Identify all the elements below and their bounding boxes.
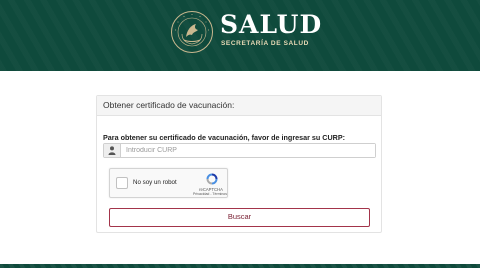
curp-input-group bbox=[103, 143, 376, 158]
footer-strip bbox=[0, 264, 480, 268]
vaccination-certificate-panel: Obtener certificado de vacunación: Para … bbox=[96, 95, 382, 233]
recaptcha-checkbox[interactable] bbox=[116, 177, 128, 189]
recaptcha-privacy-terms-links[interactable]: Privacidad - Términos bbox=[192, 192, 228, 196]
mexican-coat-of-arms-icon bbox=[171, 11, 213, 53]
recaptcha-label: No soy un robot bbox=[133, 179, 177, 186]
panel-heading: Obtener certificado de vacunación: bbox=[97, 96, 381, 116]
user-icon bbox=[104, 144, 121, 157]
curp-prompt: Para obtener su certificado de vacunació… bbox=[103, 133, 346, 142]
brand-title: SALUD bbox=[220, 10, 323, 39]
search-button[interactable]: Buscar bbox=[109, 208, 370, 227]
curp-input[interactable] bbox=[121, 144, 375, 157]
site-header: SALUD SECRETARÍA DE SALUD bbox=[0, 0, 480, 71]
recaptcha-widget: No soy un robot reCAPTCHA Privacidad - T… bbox=[109, 168, 228, 198]
brand-subtitle: SECRETARÍA DE SALUD bbox=[221, 40, 309, 47]
recaptcha-logo-icon bbox=[206, 173, 218, 185]
